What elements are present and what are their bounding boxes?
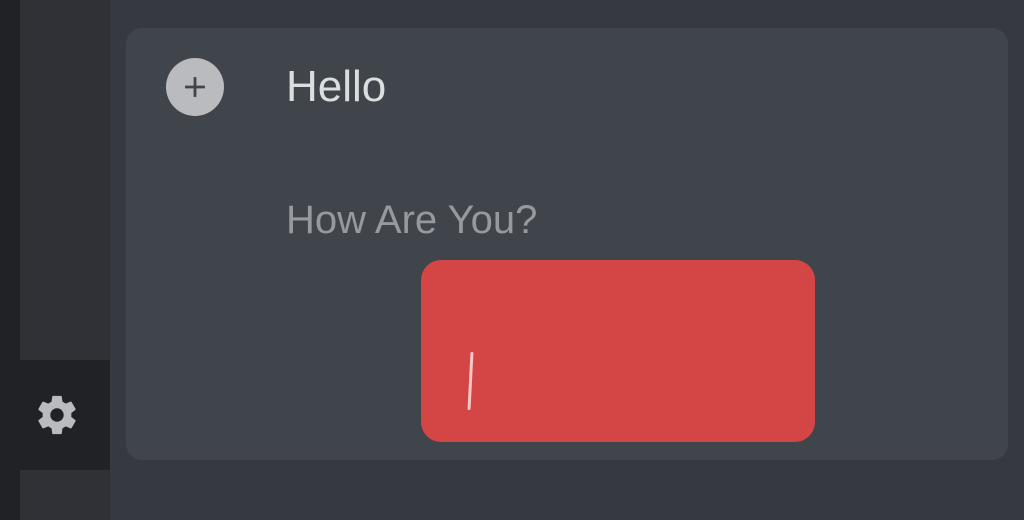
plus-icon	[178, 70, 212, 104]
text-caret	[467, 352, 473, 410]
channel-sidebar	[20, 0, 110, 520]
settings-button[interactable]	[4, 360, 110, 470]
message-line-2: How Are You?	[286, 198, 537, 243]
main-content: Hello How Are You?	[110, 0, 1024, 520]
gear-icon	[34, 392, 80, 438]
message-input-container[interactable]: Hello How Are You?	[126, 28, 1008, 460]
message-line-1: Hello	[286, 62, 537, 112]
redaction-cover	[421, 260, 815, 442]
attach-button[interactable]	[166, 58, 224, 116]
